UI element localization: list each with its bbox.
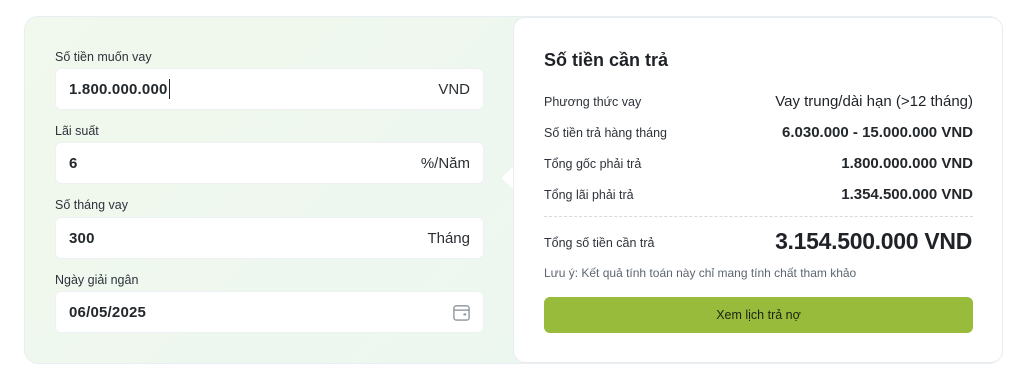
disclaimer-note: Lưu ý: Kết quả tính toán này chỉ mang tí… xyxy=(544,266,857,280)
monthly-payment-value: 6.030.000 - 15.000.000 VND xyxy=(782,124,973,141)
date-field[interactable]: 06/05/2025 xyxy=(55,291,484,333)
rate-value: 6 xyxy=(69,155,78,172)
amount-unit: VND xyxy=(438,81,470,98)
loan-method-value: Vay trung/dài hạn (>12 tháng) xyxy=(775,93,973,110)
result-panel: Số tiền cần trả Phương thức vay Vay trun… xyxy=(513,17,1003,363)
total-interest-value: 1.354.500.000 VND xyxy=(841,186,973,203)
amount-value: 1.800.000.000 xyxy=(69,81,168,98)
rate-label: Lãi suất xyxy=(55,124,99,138)
view-schedule-button[interactable]: Xem lịch trả nợ xyxy=(544,297,973,333)
loan-method-label: Phương thức vay xyxy=(544,95,642,109)
date-label: Ngày giải ngân xyxy=(55,273,139,287)
text-caret xyxy=(168,78,170,99)
total-principal-label: Tổng gốc phải trả xyxy=(544,157,642,171)
total-value: 3.154.500.000 VND xyxy=(775,228,972,254)
months-value: 300 xyxy=(69,230,95,247)
date-value: 06/05/2025 xyxy=(69,304,147,321)
divider xyxy=(544,216,973,217)
total-label: Tổng số tiền cần trả xyxy=(544,236,655,250)
row-total-principal: Tổng gốc phải trả 1.800.000.000 VND xyxy=(544,154,973,174)
total-principal-value: 1.800.000.000 VND xyxy=(841,155,973,172)
rate-field[interactable]: 6 %/Năm xyxy=(55,142,484,184)
row-total-interest: Tổng lãi phải trả 1.354.500.000 VND xyxy=(544,185,973,205)
months-field[interactable]: 300 Tháng xyxy=(55,217,484,259)
total-interest-label: Tổng lãi phải trả xyxy=(544,188,634,202)
amount-label: Số tiền muốn vay xyxy=(55,50,152,64)
result-title: Số tiền cần trả xyxy=(544,50,669,70)
months-unit: Tháng xyxy=(427,230,470,247)
row-monthly-payment: Số tiền trả hàng tháng 6.030.000 - 15.00… xyxy=(544,123,973,143)
row-loan-method: Phương thức vay Vay trung/dài hạn (>12 t… xyxy=(544,92,973,112)
amount-field[interactable]: 1.800.000.000 VND xyxy=(55,68,484,110)
months-label: Số tháng vay xyxy=(55,198,128,212)
calendar-icon[interactable] xyxy=(452,303,471,322)
monthly-payment-label: Số tiền trả hàng tháng xyxy=(544,126,668,140)
rate-unit: %/Năm xyxy=(420,155,470,172)
